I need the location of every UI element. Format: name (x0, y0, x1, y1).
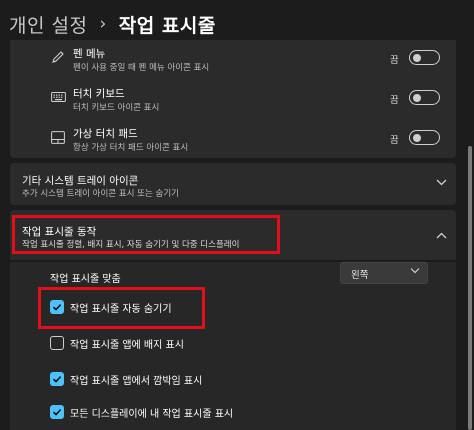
expander-description: 추가 시스템 트레이 아이콘 표시 또는 숨기기 (22, 189, 179, 199)
setting-description: 터치 키보드 아이콘 표시 (73, 103, 160, 113)
setting-row-virtual-touchpad: 가상 터치 패드 항상 가상 터치 패드 아이콘 표시 끔 (10, 120, 456, 158)
chevron-up-icon (436, 229, 447, 242)
highlight-box-auto-hide (38, 287, 205, 329)
breadcrumb-personalization[interactable]: 개인 설정 (9, 11, 87, 38)
checkmark-icon (52, 409, 62, 416)
option-show-badges[interactable]: 작업 표시줄 앱에 배지 표시 (10, 334, 456, 356)
vertical-scrollbar[interactable] (467, 0, 474, 430)
other-tray-icons-expander[interactable]: 기타 시스템 트레이 아이콘 추가 시스템 트레이 아이콘 표시 또는 숨기기 (10, 163, 456, 205)
pen-icon (50, 49, 66, 65)
scrollbar-thumb[interactable] (468, 146, 472, 430)
expander-title: 기타 시스템 트레이 아이콘 (22, 175, 139, 187)
toggle-state-label: 끔 (390, 135, 399, 146)
chevron-down-icon (410, 266, 420, 277)
all-displays-checkbox[interactable] (50, 405, 64, 419)
alignment-label: 작업 표시줄 맞춤 (50, 274, 121, 285)
option-label: 모든 디스플레이에 내 작업 표시줄 표시 (70, 409, 234, 420)
alignment-selected-value: 왼쪽 (351, 270, 369, 281)
breadcrumb-separator: › (99, 14, 107, 34)
virtual-touchpad-toggle[interactable] (409, 130, 440, 145)
touchpad-icon (50, 129, 66, 145)
setting-row-touch-keyboard: 터치 키보드 터치 키보드 아이콘 표시 끔 (10, 80, 456, 118)
setting-title: 펜 메뉴 (73, 48, 106, 60)
highlight-box-behaviors (12, 215, 280, 254)
touch-keyboard-toggle[interactable] (409, 90, 440, 105)
alignment-dropdown[interactable]: 왼쪽 (340, 262, 428, 284)
setting-row-pen-menu: 펜 메뉴 펜이 사용 중일 때 펜 메뉴 아이콘 표시 끔 (10, 40, 456, 78)
keyboard-icon (50, 89, 66, 105)
taskbar-corner-icons-panel: 펜 메뉴 펜이 사용 중일 때 펜 메뉴 아이콘 표시 끔 터치 키보드 터치 … (10, 40, 456, 158)
pen-menu-toggle[interactable] (409, 50, 440, 65)
toggle-knob (413, 53, 421, 62)
toggle-state-label: 끔 (390, 55, 399, 66)
chevron-down-icon (436, 176, 447, 189)
option-label: 작업 표시줄 앱에서 깜박임 표시 (70, 376, 203, 387)
show-badges-checkbox[interactable] (50, 336, 64, 350)
toggle-knob (413, 93, 421, 102)
setting-description: 펜이 사용 중일 때 펜 메뉴 아이콘 표시 (73, 63, 210, 73)
toggle-knob (413, 133, 421, 142)
setting-description: 항상 가상 터치 패드 아이콘 표시 (73, 143, 189, 153)
setting-title: 가상 터치 패드 (73, 128, 138, 140)
show-flashing-checkbox[interactable] (50, 372, 64, 386)
toggle-state-label: 끔 (390, 95, 399, 106)
option-show-flashing[interactable]: 작업 표시줄 앱에서 깜박임 표시 (10, 370, 456, 392)
page-title: 작업 표시줄 (118, 14, 216, 37)
option-all-displays[interactable]: 모든 디스플레이에 내 작업 표시줄 표시 (10, 403, 456, 425)
checkmark-icon (52, 376, 62, 383)
settings-content: 개인 설정 › 작업 표시줄 펜 메뉴 펜이 사용 중일 때 펜 메뉴 아이콘 … (0, 0, 466, 430)
setting-title: 터치 키보드 (73, 88, 125, 100)
option-label: 작업 표시줄 앱에 배지 표시 (70, 340, 184, 351)
